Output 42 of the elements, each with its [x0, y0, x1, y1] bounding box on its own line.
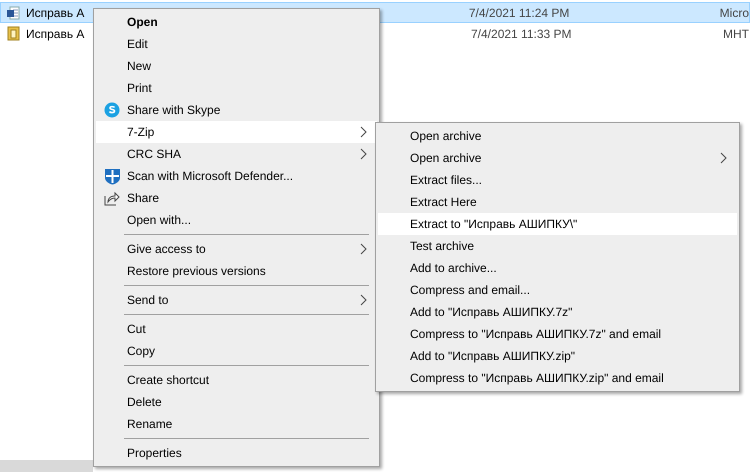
file-name[interactable]: Исправь А: [26, 24, 86, 42]
menu-item[interactable]: Create shortcut: [96, 369, 377, 391]
menu-item[interactable]: Print: [96, 77, 377, 99]
menu-item[interactable]: Test archive: [378, 235, 737, 257]
menu-item[interactable]: Add to archive...: [378, 257, 737, 279]
menu-item[interactable]: Open with...: [96, 209, 377, 231]
menu-item[interactable]: Extract Here: [378, 191, 737, 213]
shield-icon: [104, 168, 121, 184]
menu-item[interactable]: Compress to "Исправь АШИПКУ.zip" and email: [378, 367, 737, 389]
menu-item[interactable]: Copy: [96, 340, 377, 362]
menu-item[interactable]: CRC SHA: [96, 143, 377, 165]
skype-icon: [104, 102, 120, 118]
file-type: MHT: [723, 26, 749, 42]
menu-item[interactable]: Share: [96, 187, 377, 209]
menu-item[interactable]: Scan with Microsoft Defender...: [96, 165, 377, 187]
menu-item[interactable]: Edit: [96, 33, 377, 55]
menu-item[interactable]: Add to "Исправь АШИПКУ.7z": [378, 301, 737, 323]
document-icon: [7, 6, 20, 20]
menu-item[interactable]: Share with Skype: [96, 99, 377, 121]
menu-item[interactable]: 7-Zip: [96, 121, 377, 143]
menu-item[interactable]: Cut: [96, 318, 377, 340]
scrollbar[interactable]: [0, 460, 93, 472]
menu-item[interactable]: Send to: [96, 289, 377, 311]
file-type: Micro: [720, 4, 750, 22]
menu-item[interactable]: Compress and email...: [378, 279, 737, 301]
menu-item[interactable]: Restore previous versions: [96, 260, 377, 282]
menu-item[interactable]: Open archive: [378, 125, 737, 147]
menu-item[interactable]: New: [96, 55, 377, 77]
menu-item[interactable]: Add to "Исправь АШИПКУ.zip": [378, 345, 737, 367]
menu-item[interactable]: Compress to "Исправь АШИПКУ.7z" and email: [378, 323, 737, 345]
menu-item[interactable]: Delete: [96, 391, 377, 413]
menu-item[interactable]: Give access to: [96, 238, 377, 260]
menu-item[interactable]: Extract to "Исправь АШИПКУ\": [378, 213, 737, 235]
menu-item[interactable]: Rename: [96, 413, 377, 435]
menu-item[interactable]: Properties: [96, 442, 377, 464]
file-date: 7/4/2021 11:33 PM: [471, 26, 573, 42]
menu-item[interactable]: Extract files...: [378, 169, 737, 191]
share-icon: [104, 190, 120, 206]
menu-item[interactable]: Open: [96, 11, 377, 33]
archive-icon: [7, 26, 20, 41]
file-date: 7/4/2021 11:24 PM: [468, 4, 570, 22]
menu-item[interactable]: Open archive: [378, 147, 737, 169]
